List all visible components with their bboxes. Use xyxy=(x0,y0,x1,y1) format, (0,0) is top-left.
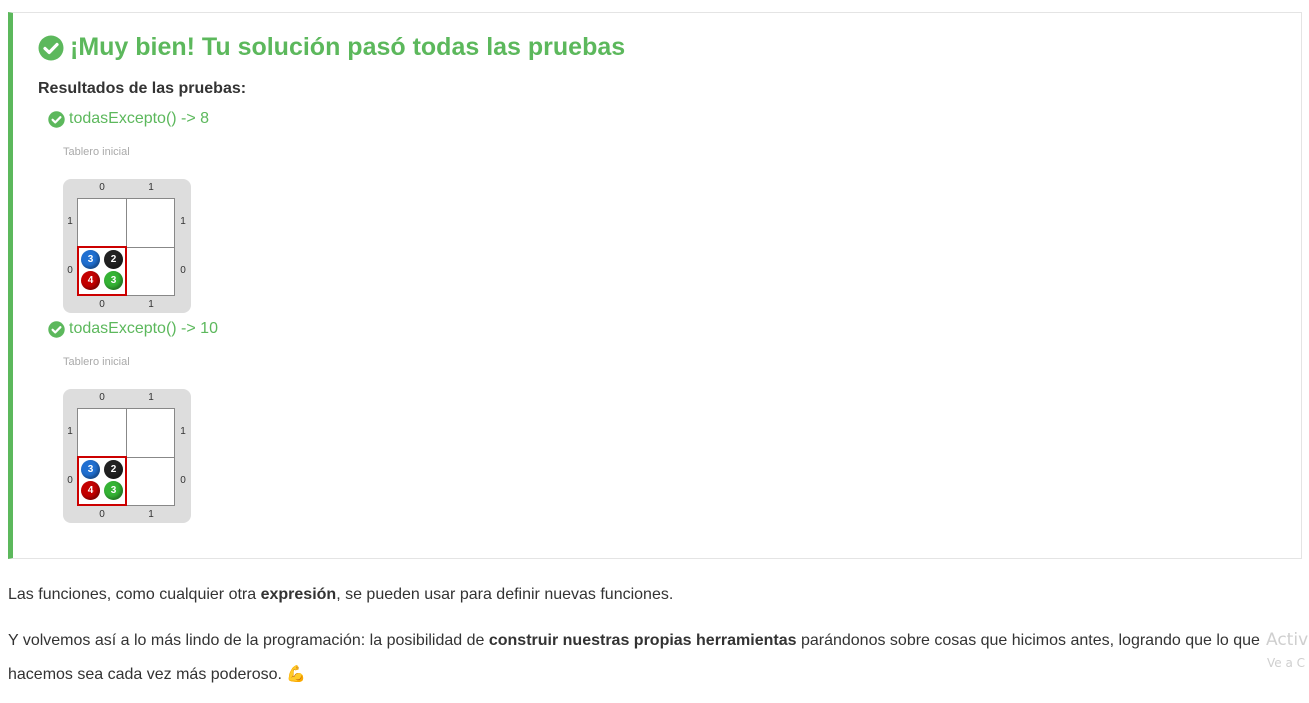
row-label: 0 xyxy=(180,265,186,276)
board-caption: Tablero inicial xyxy=(63,146,130,158)
red-ball: 4 xyxy=(81,481,100,500)
check-circle-icon xyxy=(48,320,65,338)
activation-watermark-subtitle: Ve a C xyxy=(1267,656,1306,670)
row-label: 0 xyxy=(67,475,73,486)
initial-board: 0 1 0 1 1 0 1 0 3 2 4 3 xyxy=(63,179,191,313)
column-label: 1 xyxy=(148,392,154,403)
column-label: 0 xyxy=(99,392,105,403)
test-results-panel: ¡Muy bien! Tu solución pasó todas las pr… xyxy=(8,12,1302,559)
green-ball: 3 xyxy=(104,481,123,500)
paragraph-functions: Las funciones, como cualquier otra expre… xyxy=(8,586,673,604)
column-label: 1 xyxy=(148,509,154,520)
results-heading: Resultados de las pruebas: xyxy=(38,80,247,97)
paragraph-bold: construir nuestras propias herramientas xyxy=(488,632,797,649)
column-label: 1 xyxy=(148,182,154,193)
blue-ball: 3 xyxy=(81,250,100,269)
red-ball: 4 xyxy=(81,271,100,290)
paragraph-text: parándonos sobre cosas que hicimos antes… xyxy=(796,632,1260,649)
paragraph-text: Las funciones, como cualquier otra xyxy=(8,586,261,603)
green-ball: 3 xyxy=(104,271,123,290)
result-title-text: ¡Muy bien! Tu solución pasó todas las pr… xyxy=(70,33,626,61)
check-circle-icon xyxy=(38,35,64,60)
column-label: 0 xyxy=(99,182,105,193)
row-label: 1 xyxy=(180,216,186,227)
board-caption: Tablero inicial xyxy=(63,356,130,368)
test-item-label: todasExcepto() -> 10 xyxy=(69,320,218,337)
row-label: 1 xyxy=(67,426,73,437)
paragraph-text: hacemos sea cada vez más poderoso. xyxy=(8,666,282,683)
paragraph-text: Y volvemos así a lo más lindo de la prog… xyxy=(8,632,489,649)
column-label: 1 xyxy=(148,299,154,310)
activation-watermark-title: Activ xyxy=(1266,630,1309,650)
paragraph-tools-line2: hacemos sea cada vez más poderoso. 💪 xyxy=(8,664,306,684)
black-ball: 2 xyxy=(104,460,123,479)
row-label: 1 xyxy=(180,426,186,437)
result-title: ¡Muy bien! Tu solución pasó todas las pr… xyxy=(38,33,625,62)
blue-ball: 3 xyxy=(81,460,100,479)
initial-board: 0 1 0 1 1 0 1 0 3 2 4 3 xyxy=(63,389,191,523)
test-item[interactable]: todasExcepto() -> 10 xyxy=(48,320,218,338)
row-label: 0 xyxy=(180,475,186,486)
paragraph-text: , se pueden usar para definir nuevas fun… xyxy=(336,586,674,603)
check-circle-icon xyxy=(48,110,65,128)
row-label: 1 xyxy=(67,216,73,227)
test-item[interactable]: todasExcepto() -> 8 xyxy=(48,110,209,128)
paragraph-tools-line1: Y volvemos así a lo más lindo de la prog… xyxy=(8,632,1260,650)
flexed-biceps-icon: 💪 xyxy=(286,666,307,683)
black-ball: 2 xyxy=(104,250,123,269)
paragraph-bold: expresión xyxy=(260,586,337,603)
column-label: 0 xyxy=(99,509,105,520)
test-item-label: todasExcepto() -> 8 xyxy=(69,110,210,127)
row-label: 0 xyxy=(67,265,73,276)
column-label: 0 xyxy=(99,299,105,310)
